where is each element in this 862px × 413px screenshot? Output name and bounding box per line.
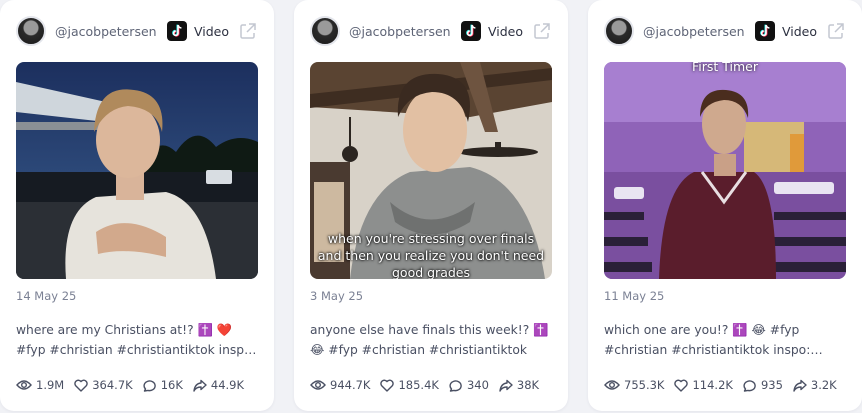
- shares-stat: 44.9K: [193, 378, 244, 392]
- username[interactable]: @jacobpetersen: [349, 24, 453, 39]
- heart-icon: [74, 379, 88, 392]
- external-link-icon[interactable]: [238, 21, 258, 41]
- caption-text: anyone else have finals this week!? ✝️ 😂…: [310, 323, 549, 357]
- username[interactable]: @jacobpetersen: [643, 24, 747, 39]
- avatar[interactable]: [16, 16, 46, 46]
- likes-count: 364.7K: [92, 378, 133, 392]
- post-date: 14 May 25: [16, 289, 77, 303]
- tiktok-icon: [755, 21, 775, 41]
- eye-icon: [310, 380, 326, 390]
- views-stat: 755.3K: [604, 378, 664, 392]
- comments-stat: 935: [743, 378, 783, 392]
- post-caption: where are my Christians at!? ✝️ ❤️ #fyp …: [16, 321, 260, 361]
- post-date: 11 May 25: [604, 289, 665, 303]
- likes-count: 185.4K: [398, 378, 439, 392]
- video-thumbnail[interactable]: [16, 62, 258, 279]
- caption-text: which one are you!? ✝️ 😂 #fyp #christian…: [604, 323, 811, 357]
- stats-row: 944.7K 185.4K 340 38K: [310, 376, 558, 394]
- card-header: @jacobpetersen Video: [310, 14, 552, 48]
- heart-icon: [674, 379, 689, 392]
- tiktok-icon: [461, 21, 481, 41]
- comment-icon: [449, 379, 462, 392]
- comments-stat: 16K: [143, 378, 183, 392]
- stats-row: 755.3K 114.2K 935 3.2K: [604, 376, 852, 394]
- post-card[interactable]: @jacobpetersen Video: [588, 0, 862, 411]
- video-thumbnail[interactable]: when you're stressing over finals and th…: [310, 62, 552, 279]
- heart-icon: [380, 379, 395, 392]
- tiktok-icon: [167, 21, 187, 41]
- video-thumbnail[interactable]: First Timer: [604, 62, 846, 279]
- comment-icon: [143, 379, 156, 392]
- eye-icon: [604, 380, 620, 390]
- shares-count: 3.2K: [810, 378, 837, 392]
- post-date: 3 May 25: [310, 289, 364, 303]
- share-icon: [193, 379, 207, 392]
- views-count: 944.7K: [330, 378, 371, 392]
- post-card[interactable]: @jacobpetersen Video when you're stressi…: [294, 0, 568, 411]
- stats-row: 1.9M 364.7K 16K 44.9K: [16, 376, 264, 394]
- share-icon: [499, 379, 513, 392]
- comments-count: 16K: [160, 378, 183, 392]
- post-card[interactable]: @jacobpetersen Video: [0, 0, 274, 411]
- caption-text: where are my Christians at!? ✝️ ❤️ #fyp …: [16, 323, 256, 357]
- username[interactable]: @jacobpetersen: [55, 24, 159, 39]
- shares-stat: 3.2K: [793, 378, 837, 392]
- likes-stat: 185.4K: [380, 378, 439, 392]
- likes-stat: 364.7K: [74, 378, 133, 392]
- views-count: 755.3K: [624, 378, 665, 392]
- post-caption: anyone else have finals this week!? ✝️ 😂…: [310, 321, 554, 361]
- comments-stat: 340: [449, 378, 489, 392]
- views-stat: 944.7K: [310, 378, 370, 392]
- share-icon: [793, 379, 807, 392]
- views-stat: 1.9M: [16, 378, 64, 392]
- card-header: @jacobpetersen Video: [604, 14, 846, 48]
- card-header: @jacobpetersen Video: [16, 14, 258, 48]
- views-count: 1.9M: [36, 378, 65, 392]
- likes-count: 114.2K: [692, 378, 733, 392]
- thumbnail-title: First Timer: [691, 62, 758, 74]
- external-link-icon[interactable]: [826, 21, 846, 41]
- content-type-label: Video: [488, 23, 524, 39]
- avatar[interactable]: [604, 16, 634, 46]
- shares-stat: 38K: [499, 378, 539, 392]
- shares-count: 44.9K: [210, 378, 245, 392]
- external-link-icon[interactable]: [532, 21, 552, 41]
- content-type-label: Video: [194, 23, 230, 39]
- content-type-label: Video: [782, 23, 818, 39]
- post-caption: which one are you!? ✝️ 😂 #fyp #christian…: [604, 321, 848, 361]
- eye-icon: [16, 380, 32, 390]
- thumbnail-caption: when you're stressing over finals and th…: [317, 231, 545, 279]
- avatar[interactable]: [310, 16, 340, 46]
- comments-count: 340: [466, 378, 489, 392]
- comment-icon: [743, 379, 756, 392]
- comments-count: 935: [760, 378, 783, 392]
- shares-count: 38K: [516, 378, 540, 392]
- likes-stat: 114.2K: [674, 378, 733, 392]
